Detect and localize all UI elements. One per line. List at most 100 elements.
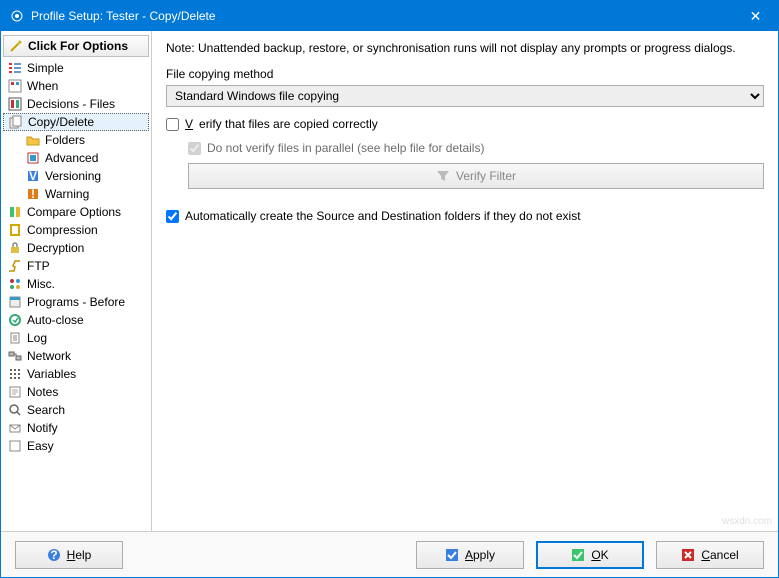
sidebar-item-network[interactable]: Network [3, 347, 149, 365]
sidebar-item-label: Misc. [27, 277, 55, 291]
sidebar-item-decryption[interactable]: Decryption [3, 239, 149, 257]
warning-icon: ! [25, 186, 41, 202]
apply-button[interactable]: Apply [416, 541, 524, 569]
autocreate-checkbox[interactable] [166, 210, 179, 223]
cancel-icon [681, 548, 695, 562]
verify-label-u: V [185, 117, 193, 131]
network-icon [7, 348, 23, 364]
help-button[interactable]: ? Help [15, 541, 123, 569]
sidebar-item-label: Log [27, 331, 47, 345]
window-icon [9, 8, 25, 24]
sidebar-item-compare[interactable]: Compare Options [3, 203, 149, 221]
noparallel-checkbox-row: Do not verify files in parallel (see hel… [188, 141, 764, 155]
checklist-icon [7, 60, 23, 76]
sidebar-item-autoclose[interactable]: Auto-close [3, 311, 149, 329]
sidebar-item-notes[interactable]: Notes [3, 383, 149, 401]
sidebar-item-label: Programs - Before [27, 295, 125, 309]
window-title: Profile Setup: Tester - Copy/Delete [31, 9, 733, 23]
sidebar-child-folders[interactable]: Folders [3, 131, 149, 149]
ok-label: OK [591, 548, 608, 562]
compare-icon [7, 204, 23, 220]
sidebar-item-variables[interactable]: Variables [3, 365, 149, 383]
help-icon: ? [47, 548, 61, 562]
sidebar-item-label: Simple [27, 61, 64, 75]
sidebar-item-notify[interactable]: Notify [3, 419, 149, 437]
sidebar-item-label: When [27, 79, 58, 93]
noparallel-label: Do not verify files in parallel (see hel… [207, 141, 484, 155]
advanced-icon [25, 150, 41, 166]
sidebar-item-easy[interactable]: Easy [3, 437, 149, 455]
sidebar-item-when[interactable]: When [3, 77, 149, 95]
sidebar-item-label: Folders [45, 133, 85, 147]
verify-label: erify that files are copied correctly [199, 117, 378, 131]
sidebar-child-warning[interactable]: ! Warning [3, 185, 149, 203]
sidebar-item-ftp[interactable]: FTP [3, 257, 149, 275]
sidebar-item-simple[interactable]: Simple [3, 59, 149, 77]
sidebar: Click For Options Simple When Decisions … [1, 31, 152, 531]
versioning-icon: V [25, 168, 41, 184]
sidebar-item-label: Compare Options [27, 205, 121, 219]
sidebar-item-label: Copy/Delete [28, 115, 94, 129]
sidebar-item-label: Auto-close [27, 313, 84, 327]
lock-icon [7, 240, 23, 256]
copy-icon [8, 114, 24, 130]
cancel-button[interactable]: Cancel [656, 541, 764, 569]
autocreate-checkbox-row[interactable]: Automatically create the Source and Dest… [166, 209, 764, 223]
sidebar-item-log[interactable]: Log [3, 329, 149, 347]
sidebar-child-advanced[interactable]: Advanced [3, 149, 149, 167]
sidebar-item-label: Network [27, 349, 71, 363]
sidebar-item-label: Warning [45, 187, 89, 201]
svg-text:!: ! [31, 187, 35, 201]
easy-icon [7, 438, 23, 454]
decisions-icon [7, 96, 23, 112]
help-label: Help [67, 548, 92, 562]
folder-icon [25, 132, 41, 148]
noparallel-checkbox [188, 142, 201, 155]
verify-checkbox[interactable] [166, 118, 179, 131]
sidebar-item-misc[interactable]: Misc. [3, 275, 149, 293]
titlebar: Profile Setup: Tester - Copy/Delete ✕ [1, 1, 778, 31]
sidebar-item-copydelete[interactable]: Copy/Delete [3, 113, 149, 131]
when-icon [7, 78, 23, 94]
sidebar-item-label: Search [27, 403, 65, 417]
sidebar-item-label: Notes [27, 385, 58, 399]
sidebar-item-label: Notify [27, 421, 58, 435]
method-select[interactable]: Standard Windows file copying [166, 85, 764, 107]
compression-icon [7, 222, 23, 238]
sidebar-item-label: Variables [27, 367, 76, 381]
notes-icon [7, 384, 23, 400]
sidebar-item-search[interactable]: Search [3, 401, 149, 419]
close-button[interactable]: ✕ [733, 1, 778, 31]
sidebar-header[interactable]: Click For Options [3, 35, 149, 57]
sidebar-item-label: Compression [27, 223, 98, 237]
sidebar-item-label: Advanced [45, 151, 98, 165]
ok-button[interactable]: OK [536, 541, 644, 569]
sidebar-item-compression[interactable]: Compression [3, 221, 149, 239]
cancel-label: Cancel [701, 548, 738, 562]
wand-icon [8, 38, 24, 54]
sidebar-item-label: Easy [27, 439, 54, 453]
method-label: File copying method [166, 67, 764, 81]
footer: ? Help Apply OK Cancel [1, 531, 778, 577]
filter-icon [436, 169, 450, 183]
content-pane: Note: Unattended backup, restore, or syn… [152, 31, 778, 531]
sidebar-item-label: Versioning [45, 169, 101, 183]
apply-label: Apply [465, 548, 495, 562]
note-text: Note: Unattended backup, restore, or syn… [166, 41, 764, 55]
autoclose-icon [7, 312, 23, 328]
sidebar-child-versioning[interactable]: V Versioning [3, 167, 149, 185]
verify-filter-label: Verify Filter [456, 169, 516, 183]
apply-icon [445, 548, 459, 562]
notify-icon [7, 420, 23, 436]
sidebar-item-programs[interactable]: Programs - Before [3, 293, 149, 311]
sidebar-item-label: FTP [27, 259, 50, 273]
sidebar-item-decisions[interactable]: Decisions - Files [3, 95, 149, 113]
sidebar-item-label: Decryption [27, 241, 84, 255]
sidebar-header-label: Click For Options [28, 39, 128, 53]
search-icon [7, 402, 23, 418]
verify-checkbox-row[interactable]: Verify that files are copied correctly [166, 117, 764, 131]
svg-text:V: V [29, 169, 37, 183]
ok-icon [571, 548, 585, 562]
misc-icon [7, 276, 23, 292]
programs-icon [7, 294, 23, 310]
